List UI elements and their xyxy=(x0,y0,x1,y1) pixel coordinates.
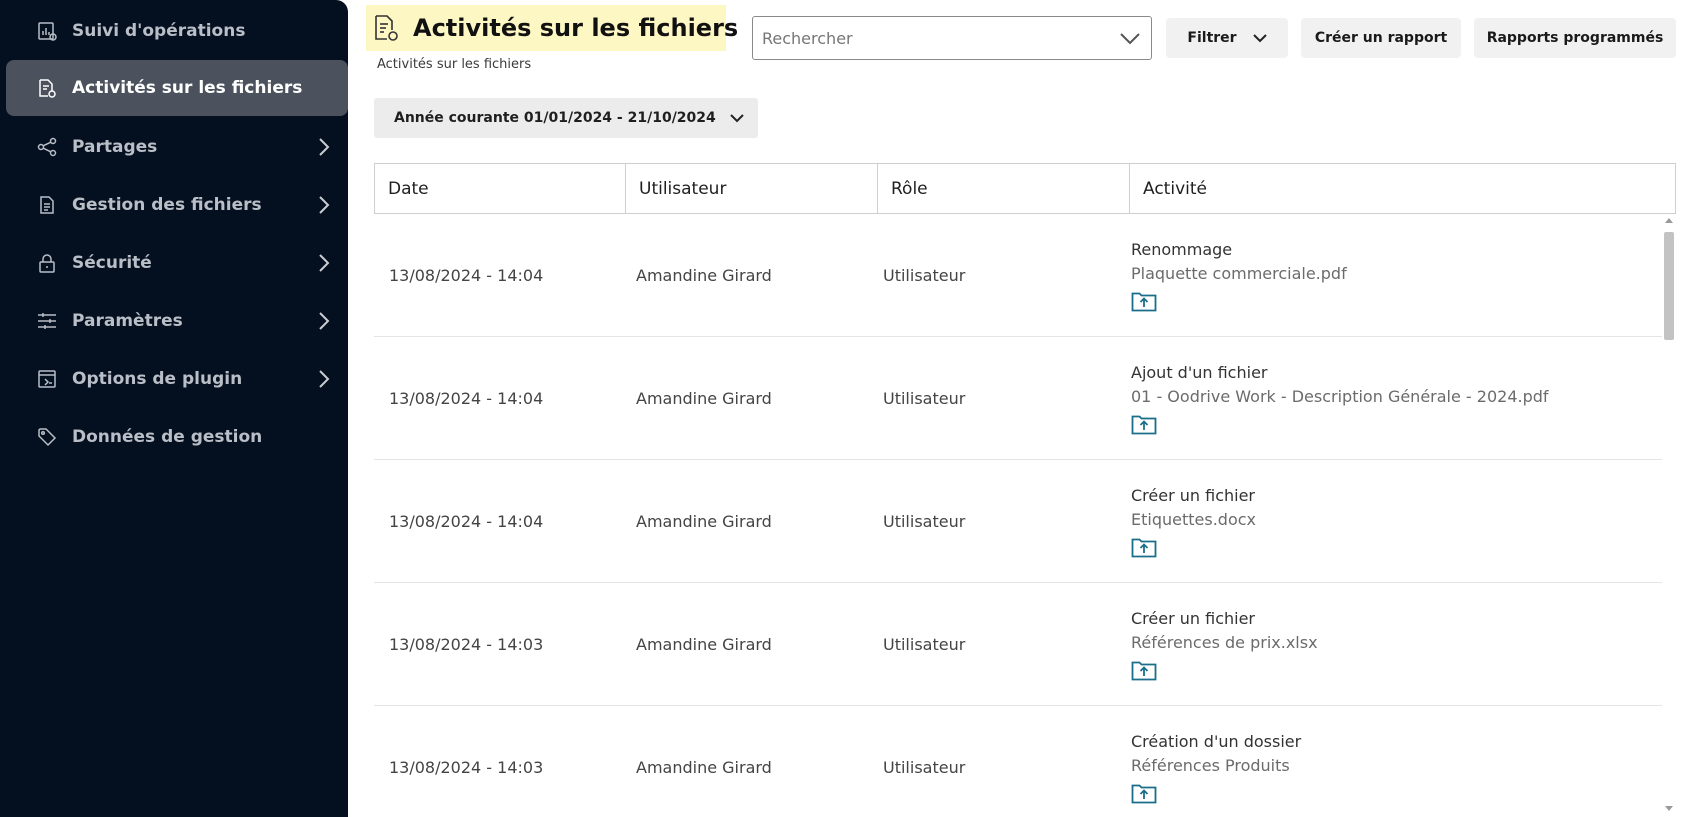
sidebar: Suivi d'opérations Activités sur les fic… xyxy=(0,0,348,817)
period-label: Année courante 01/01/2024 - 21/10/2024 xyxy=(394,110,716,126)
sidebar-item-label: Suivi d'opérations xyxy=(72,21,246,41)
cell-user: Amandine Girard xyxy=(636,389,772,408)
create-report-button[interactable]: Créer un rapport xyxy=(1301,18,1461,58)
cell-date: 13/08/2024 - 14:04 xyxy=(389,389,544,408)
file-activity-icon xyxy=(373,14,399,42)
column-header-user[interactable]: Utilisateur xyxy=(626,164,878,213)
plugin-window-icon xyxy=(36,368,58,390)
sidebar-item-label: Partages xyxy=(72,137,158,157)
table-row[interactable]: 13/08/2024 - 14:04 Amandine Girard Utili… xyxy=(374,337,1662,460)
sidebar-item-label: Sécurité xyxy=(72,253,152,273)
sliders-icon xyxy=(36,310,58,332)
cell-user: Amandine Girard xyxy=(636,512,772,531)
activity-file: Plaquette commerciale.pdf xyxy=(1131,264,1347,283)
cell-role: Utilisateur xyxy=(883,389,966,408)
activity-type: Créer un fichier xyxy=(1131,486,1255,505)
tag-icon xyxy=(36,426,58,448)
chevron-down-icon xyxy=(1252,33,1267,43)
sidebar-item-management-data[interactable]: Données de gestion xyxy=(0,409,348,465)
cell-role: Utilisateur xyxy=(883,635,966,654)
cell-user: Amandine Girard xyxy=(636,758,772,777)
chevron-down-icon xyxy=(730,113,744,123)
cell-user: Amandine Girard xyxy=(636,635,772,654)
folder-upload-icon[interactable] xyxy=(1131,782,1157,804)
sidebar-item-plugin-options[interactable]: Options de plugin xyxy=(0,351,348,407)
activity-file: Références Produits xyxy=(1131,756,1290,775)
sidebar-item-security[interactable]: Sécurité xyxy=(0,235,348,291)
share-icon xyxy=(36,136,58,158)
cell-date: 13/08/2024 - 14:04 xyxy=(389,512,544,531)
chevron-right-icon xyxy=(316,252,332,274)
page-title: Activités sur les fichiers xyxy=(413,14,739,42)
cell-user: Amandine Girard xyxy=(636,266,772,285)
cell-date: 13/08/2024 - 14:03 xyxy=(389,758,544,777)
table-row[interactable]: 13/08/2024 - 14:04 Amandine Girard Utili… xyxy=(374,214,1662,337)
sidebar-item-label: Activités sur les fichiers xyxy=(72,78,303,98)
activity-file: Etiquettes.docx xyxy=(1131,510,1256,529)
activity-type: Renommage xyxy=(1131,240,1233,259)
scroll-up-arrow-icon[interactable] xyxy=(1665,218,1673,223)
scheduled-reports-button[interactable]: Rapports programmés xyxy=(1474,18,1676,58)
folder-upload-icon[interactable] xyxy=(1131,659,1157,681)
folder-upload-icon[interactable] xyxy=(1131,536,1157,558)
cell-date: 13/08/2024 - 14:04 xyxy=(389,266,544,285)
cell-date: 13/08/2024 - 14:03 xyxy=(389,635,544,654)
sidebar-item-label: Gestion des fichiers xyxy=(72,195,262,215)
column-header-role[interactable]: Rôle xyxy=(878,164,1130,213)
cell-role: Utilisateur xyxy=(883,512,966,531)
table-row[interactable]: 13/08/2024 - 14:03 Amandine Girard Utili… xyxy=(374,706,1662,817)
page-title-highlight: Activités sur les fichiers xyxy=(366,5,738,51)
sidebar-item-shares[interactable]: Partages xyxy=(0,119,348,175)
filter-button[interactable]: Filtrer xyxy=(1166,18,1288,58)
folder-upload-icon[interactable] xyxy=(1131,413,1157,435)
scrollbar-thumb[interactable] xyxy=(1664,232,1674,340)
sidebar-item-file-activities[interactable]: Activités sur les fichiers xyxy=(6,60,348,116)
activity-type: Ajout d'un fichier xyxy=(1131,363,1268,382)
table-header: Date Utilisateur Rôle Activité xyxy=(374,163,1676,214)
chevron-right-icon xyxy=(316,310,332,332)
period-selector[interactable]: Année courante 01/01/2024 - 21/10/2024 xyxy=(374,98,758,138)
file-icon xyxy=(36,194,58,216)
column-header-activity[interactable]: Activité xyxy=(1130,164,1675,213)
activity-type: Création d'un dossier xyxy=(1131,732,1302,751)
column-header-date[interactable]: Date xyxy=(375,164,626,213)
chevron-right-icon xyxy=(316,136,332,158)
activity-file: 01 - Oodrive Work - Description Générale… xyxy=(1131,387,1549,406)
cell-role: Utilisateur xyxy=(883,758,966,777)
sidebar-item-file-management[interactable]: Gestion des fichiers xyxy=(0,177,348,233)
sidebar-item-label: Options de plugin xyxy=(72,369,243,389)
folder-upload-icon[interactable] xyxy=(1131,290,1157,312)
cell-role: Utilisateur xyxy=(883,266,966,285)
sidebar-item-label: Données de gestion xyxy=(72,427,263,447)
activity-file: Références de prix.xlsx xyxy=(1131,633,1318,652)
chevron-down-icon[interactable] xyxy=(1119,28,1141,48)
activity-type: Créer un fichier xyxy=(1131,609,1255,628)
sidebar-item-settings[interactable]: Paramètres xyxy=(0,293,348,349)
sidebar-item-label: Paramètres xyxy=(72,311,183,331)
table-row[interactable]: 13/08/2024 - 14:04 Amandine Girard Utili… xyxy=(374,460,1662,583)
table-body: 13/08/2024 - 14:04 Amandine Girard Utili… xyxy=(374,214,1662,817)
chevron-right-icon xyxy=(316,194,332,216)
chart-report-icon xyxy=(36,20,58,42)
search-field[interactable] xyxy=(752,16,1152,60)
table-scrollbar[interactable] xyxy=(1662,214,1676,817)
lock-icon xyxy=(36,252,58,274)
search-input[interactable] xyxy=(753,17,1108,59)
file-activity-icon xyxy=(36,77,58,99)
scroll-down-arrow-icon[interactable] xyxy=(1665,806,1673,811)
page-subtitle: Activités sur les fichiers xyxy=(377,57,532,72)
sidebar-item-operations[interactable]: Suivi d'opérations xyxy=(0,3,348,59)
table-row[interactable]: 13/08/2024 - 14:03 Amandine Girard Utili… xyxy=(374,583,1662,706)
filter-button-label: Filtrer xyxy=(1187,30,1237,46)
chevron-right-icon xyxy=(316,368,332,390)
